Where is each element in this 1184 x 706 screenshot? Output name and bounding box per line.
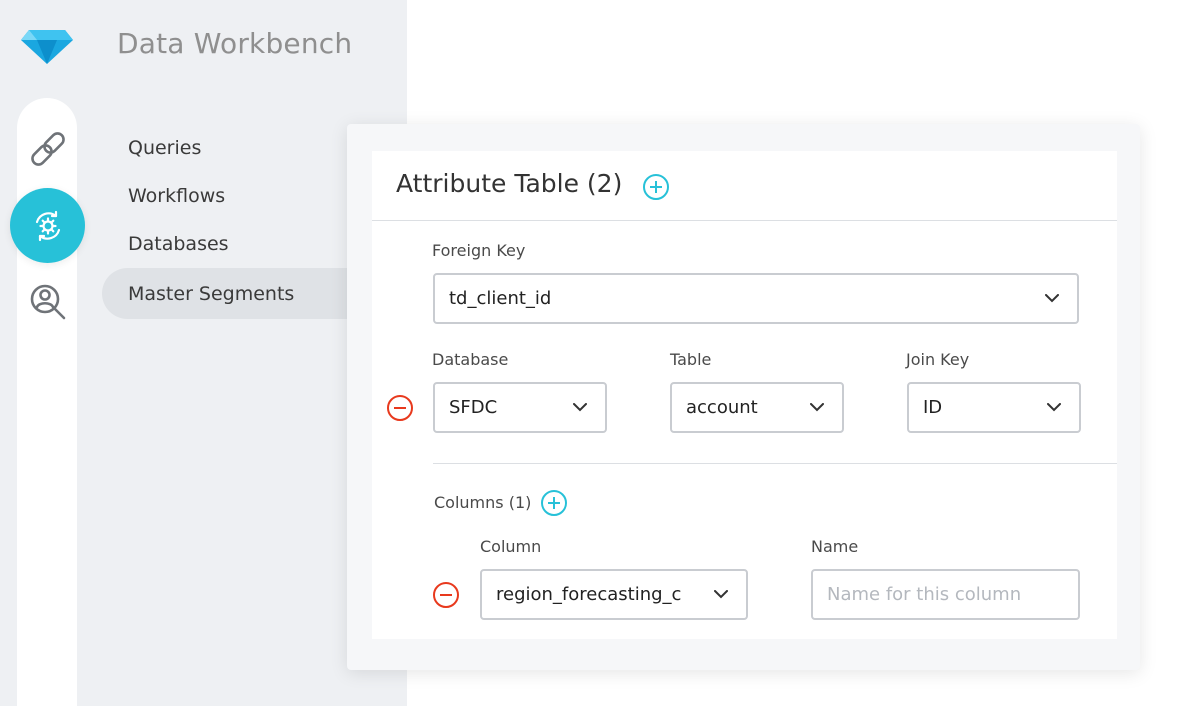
join-key-select[interactable]: ID bbox=[907, 382, 1081, 433]
minus-circle-icon bbox=[387, 395, 413, 421]
divider bbox=[433, 463, 1117, 464]
chevron-down-icon bbox=[1041, 395, 1067, 421]
database-select[interactable]: SFDC bbox=[433, 382, 607, 433]
link-icon[interactable] bbox=[26, 127, 70, 171]
columns-label: Columns (1) bbox=[434, 493, 532, 512]
minus-circle-icon bbox=[433, 582, 459, 608]
remove-column-button[interactable] bbox=[432, 581, 460, 609]
table-select[interactable]: account bbox=[670, 382, 844, 433]
plus-circle-icon bbox=[541, 490, 567, 516]
card-header: Attribute Table (2) bbox=[372, 151, 1117, 221]
sidebar-item-label: Master Segments bbox=[128, 282, 295, 305]
chevron-down-icon bbox=[804, 395, 830, 421]
plus-circle-icon bbox=[643, 174, 669, 200]
chevron-down-icon bbox=[1039, 286, 1065, 312]
user-search-icon[interactable] bbox=[26, 280, 70, 324]
attribute-table-title: Attribute Table (2) bbox=[396, 169, 623, 198]
gear-sync-icon[interactable] bbox=[10, 188, 85, 263]
foreign-key-select[interactable]: td_client_id bbox=[433, 273, 1079, 324]
column-header: Column bbox=[480, 537, 542, 556]
attribute-table-card: Attribute Table (2) Foreign Key td_clien… bbox=[372, 151, 1117, 639]
sidebar-item-label: Workflows bbox=[128, 184, 226, 207]
database-value: SFDC bbox=[449, 397, 498, 418]
add-attribute-table-button[interactable] bbox=[642, 173, 670, 201]
chevron-down-icon bbox=[567, 395, 593, 421]
app-title: Data Workbench bbox=[117, 27, 353, 60]
column-name-input[interactable] bbox=[811, 569, 1080, 620]
table-label: Table bbox=[670, 350, 712, 369]
name-header: Name bbox=[811, 537, 859, 556]
table-value: account bbox=[686, 397, 758, 418]
foreign-key-value: td_client_id bbox=[449, 288, 552, 309]
remove-attribute-button[interactable] bbox=[386, 394, 414, 422]
column-select[interactable]: region_forecasting_c bbox=[480, 569, 748, 620]
diamond-logo-icon bbox=[21, 28, 73, 66]
chevron-down-icon bbox=[708, 582, 734, 608]
join-key-label: Join Key bbox=[906, 350, 970, 369]
join-key-value: ID bbox=[923, 397, 943, 418]
column-value: region_forecasting_c bbox=[496, 584, 682, 605]
database-label: Database bbox=[432, 350, 509, 369]
foreign-key-label: Foreign Key bbox=[432, 241, 526, 260]
sidebar-item-label: Queries bbox=[128, 136, 202, 159]
sidebar-item-label: Databases bbox=[128, 232, 229, 255]
add-column-button[interactable] bbox=[540, 489, 568, 517]
